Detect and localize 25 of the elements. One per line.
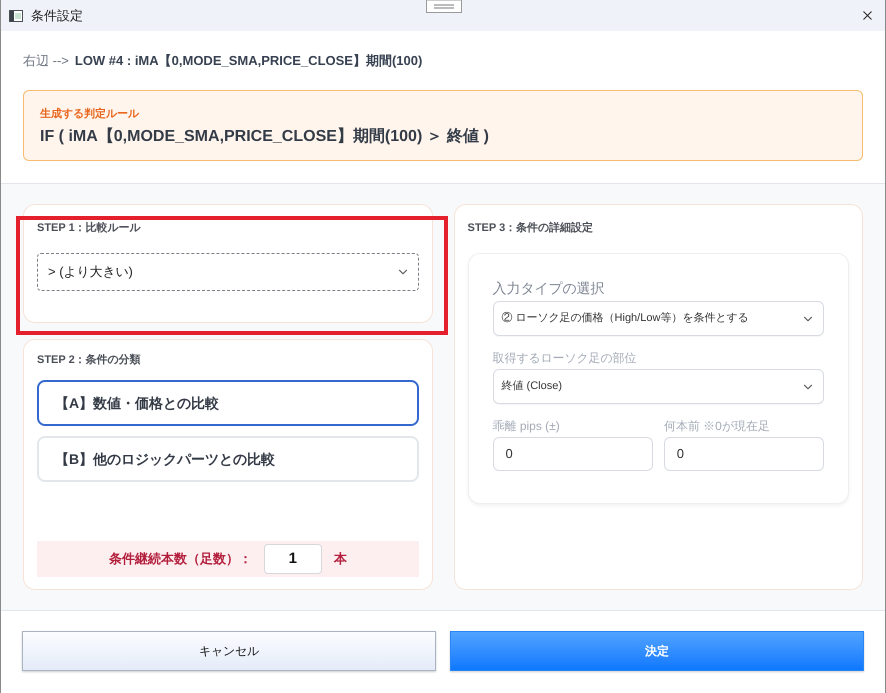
dropdown-select[interactable]: ② ローソク足の価格（High/Low等）を条件とする: [492, 301, 824, 336]
count-label: 条件継続本数（足数）：: [108, 550, 252, 568]
source-value: LOW #4 : iMA【0,MODE_SMA,PRICE_CLOSE】期間(100): [74, 52, 422, 70]
input-field[interactable]: 0: [492, 437, 653, 471]
cancel-button[interactable]: キャンセル: [22, 631, 436, 671]
dropdown-select[interactable]: > (より大きい): [37, 253, 418, 291]
input-field[interactable]: 0: [664, 437, 824, 471]
step-title: STEP 1：比較ルール: [37, 221, 142, 235]
count-unit: 本: [334, 550, 347, 568]
window-title: 条件設定: [31, 6, 83, 25]
drag-handle-icon: [426, 0, 462, 13]
count-input[interactable]: 1: [264, 544, 322, 574]
dropdown-select[interactable]: 終値 (Close): [492, 369, 824, 404]
category-option[interactable]: 【A】数値・価格との比較: [37, 380, 418, 426]
field-label: 乖離 pips (±): [492, 418, 561, 434]
category-option[interactable]: 【B】他のロジックパーツとの比較: [37, 436, 418, 482]
app-window-icon: [9, 8, 23, 22]
rule-label: 生成する判定ルール: [40, 106, 140, 122]
source-label: 右辺 -->: [23, 52, 69, 70]
field-label: 入力タイプの選択: [492, 279, 606, 298]
rule-text: IF ( iMA【0,MODE_SMA,PRICE_CLOSE】期間(100) ＞ 終値 ): [40, 126, 490, 147]
step-title: STEP 3：条件の詳細設定: [468, 221, 594, 235]
step-title: STEP 2：条件の分類: [37, 353, 142, 367]
field-label: 何本前 ※0が現在足: [664, 418, 771, 434]
field-label: 取得するローソク足の部位: [492, 350, 638, 366]
